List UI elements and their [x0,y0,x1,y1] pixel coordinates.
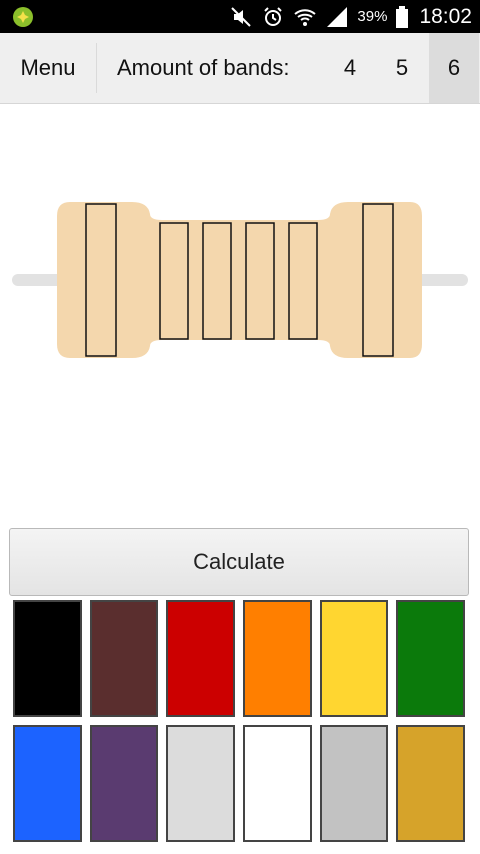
divider [96,43,97,93]
swatch-cell-white [239,721,316,846]
status-bar: 39% 18:02 [0,0,480,33]
color-swatch-orange[interactable] [242,600,312,717]
color-swatch-yellow[interactable] [319,600,389,717]
clock: 18:02 [419,4,472,28]
resistor-body [57,202,422,358]
swatch-cell-orange [239,596,316,721]
resistor-diagram [0,190,480,370]
band-option-5[interactable]: 5 [377,33,427,103]
signal-icon [325,5,349,29]
color-palette [9,596,469,846]
color-swatch-blue[interactable] [13,725,82,842]
band-option-6[interactable]: 6 [429,33,479,103]
color-swatch-white[interactable] [242,725,312,842]
color-swatch-silver[interactable] [319,725,389,842]
color-swatch-gold[interactable] [396,725,465,842]
color-swatch-violet[interactable] [89,725,159,842]
swatch-cell-silver [316,721,393,846]
top-bar: Menu Amount of bands: 4 5 6 [0,33,480,104]
swatch-cell-grey [162,721,239,846]
color-swatch-brown[interactable] [89,600,159,717]
color-swatch-grey[interactable] [166,725,235,842]
swatch-cell-blue [9,721,86,846]
swatch-cell-violet [86,721,163,846]
swatch-cell-black [9,596,86,721]
alarm-icon [261,5,285,29]
band-option-4[interactable]: 4 [325,33,375,103]
app-notification-icon [12,6,34,28]
color-swatch-black[interactable] [13,600,82,717]
wifi-icon [293,5,317,29]
mute-icon [229,5,253,29]
swatch-cell-brown [86,596,163,721]
swatch-cell-red [162,596,239,721]
swatch-cell-green [392,596,469,721]
color-swatch-green[interactable] [396,600,465,717]
swatch-cell-yellow [316,596,393,721]
bands-label: Amount of bands: [117,55,290,80]
menu-button[interactable]: Menu [0,33,96,103]
swatch-cell-gold [392,721,469,846]
battery-percentage: 39% [357,8,388,25]
battery-icon [395,5,409,29]
calculate-button[interactable]: Calculate [9,528,469,596]
color-swatch-red[interactable] [166,600,235,717]
